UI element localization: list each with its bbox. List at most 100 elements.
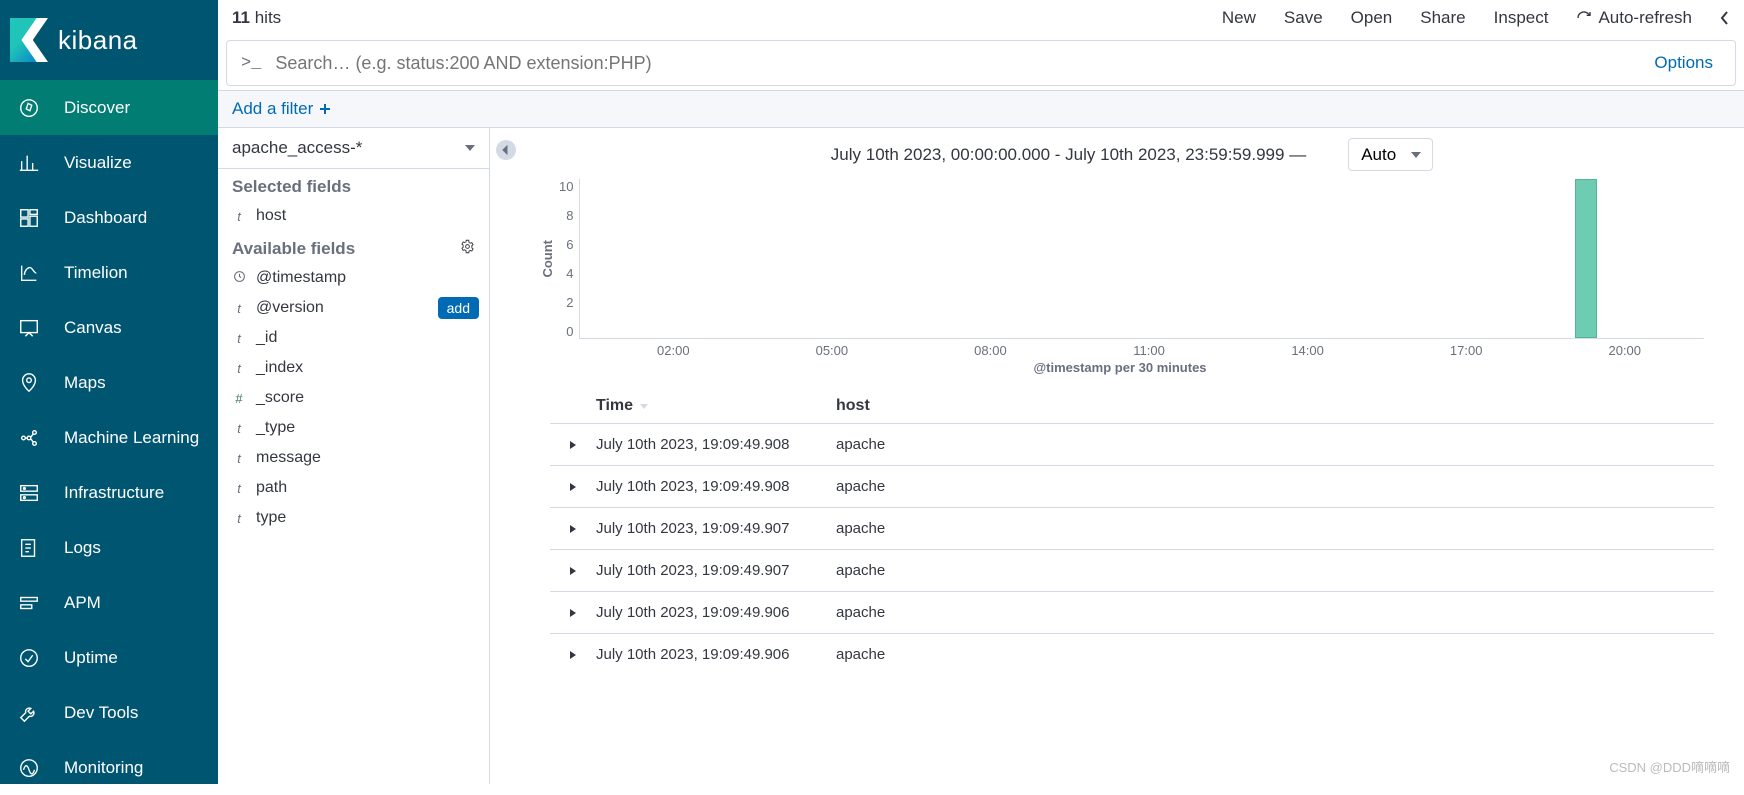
save-button[interactable]: Save <box>1284 8 1323 28</box>
infra-icon <box>18 482 40 504</box>
search-input[interactable] <box>275 53 1632 74</box>
sidebar-item-apm[interactable]: APM <box>0 575 218 630</box>
text-type-icon: t <box>232 331 246 346</box>
add-field-button[interactable]: add <box>438 297 479 319</box>
main: 11 hits New Save Open Share Inspect Auto… <box>218 0 1744 784</box>
add-filter-button[interactable]: Add a filter <box>232 99 1730 119</box>
time-cell: July 10th 2023, 19:09:49.907 <box>596 562 836 579</box>
results-panel: July 10th 2023, 00:00:00.000 - July 10th… <box>516 128 1744 784</box>
host-cell: apache <box>836 646 1714 663</box>
searchbar[interactable]: >_ Options <box>226 40 1736 86</box>
expand-row-button[interactable] <box>550 650 596 660</box>
sidebar-item-maps[interactable]: Maps <box>0 355 218 410</box>
host-cell: apache <box>836 436 1714 453</box>
histogram-bar[interactable] <box>1575 179 1597 338</box>
hits-count: 11 hits <box>232 8 281 28</box>
field-_score[interactable]: #_score <box>218 383 489 413</box>
host-cell: apache <box>836 520 1714 537</box>
chevron-left-icon[interactable] <box>1720 10 1730 26</box>
ml-icon <box>18 427 40 449</box>
uptime-icon <box>18 647 40 669</box>
time-cell: July 10th 2023, 19:09:49.908 <box>596 436 836 453</box>
sidebar-item-dashboard[interactable]: Dashboard <box>0 190 218 245</box>
text-type-icon: t <box>232 421 246 436</box>
search-options-link[interactable]: Options <box>1646 53 1721 73</box>
table-row[interactable]: July 10th 2023, 19:09:49.907apache <box>550 549 1714 591</box>
expand-row-button[interactable] <box>550 608 596 618</box>
kibana-logo-icon <box>10 18 48 62</box>
table-row[interactable]: July 10th 2023, 19:09:49.907apache <box>550 507 1714 549</box>
expand-row-button[interactable] <box>550 524 596 534</box>
filter-bar: Add a filter <box>218 90 1744 128</box>
sidebar-item-logs[interactable]: Logs <box>0 520 218 575</box>
open-button[interactable]: Open <box>1351 8 1393 28</box>
clock-icon <box>232 270 246 286</box>
sidebar-item-uptime[interactable]: Uptime <box>0 630 218 685</box>
share-button[interactable]: Share <box>1420 8 1465 28</box>
y-axis: 1086420 <box>559 179 579 339</box>
search-prompt-icon: >_ <box>241 54 261 73</box>
gear-icon[interactable] <box>460 239 475 259</box>
column-time[interactable]: Time <box>596 397 836 415</box>
collapse-fields-button[interactable] <box>496 140 516 160</box>
y-axis-label: Count <box>536 240 559 278</box>
sidebar-item-discover[interactable]: Discover <box>0 80 218 135</box>
documents-table: Time host July 10th 2023, 19:09:49.908ap… <box>550 389 1714 675</box>
plus-icon <box>319 103 331 115</box>
interval-select[interactable]: Auto <box>1332 138 1433 171</box>
time-cell: July 10th 2023, 19:09:49.906 <box>596 646 836 663</box>
field-_index[interactable]: t_index <box>218 353 489 383</box>
refresh-icon <box>1576 10 1592 26</box>
field-_id[interactable]: t_id <box>218 323 489 353</box>
map-pin-icon <box>18 372 40 394</box>
time-cell: July 10th 2023, 19:09:49.906 <box>596 604 836 621</box>
sidebar-item-timelion[interactable]: Timelion <box>0 245 218 300</box>
expand-row-button[interactable] <box>550 482 596 492</box>
x-axis: 02:0005:0008:0011:0014:0017:0020:00 <box>536 343 1704 358</box>
timelion-icon <box>18 262 40 284</box>
auto-refresh-button[interactable]: Auto-refresh <box>1576 8 1692 28</box>
field-host[interactable]: thost <box>218 201 489 231</box>
topbar: 11 hits New Save Open Share Inspect Auto… <box>218 0 1744 36</box>
sidebar-item-infrastructure[interactable]: Infrastructure <box>0 465 218 520</box>
field-message[interactable]: tmessage <box>218 443 489 473</box>
chart-plot[interactable] <box>579 179 1704 339</box>
number-type-icon: # <box>232 391 246 406</box>
new-button[interactable]: New <box>1222 8 1256 28</box>
table-row[interactable]: July 10th 2023, 19:09:49.908apache <box>550 423 1714 465</box>
expand-row-button[interactable] <box>550 566 596 576</box>
time-cell: July 10th 2023, 19:09:49.908 <box>596 478 836 495</box>
host-cell: apache <box>836 562 1714 579</box>
table-row[interactable]: July 10th 2023, 19:09:49.908apache <box>550 465 1714 507</box>
table-header: Time host <box>550 389 1714 423</box>
chevron-down-icon <box>465 145 475 151</box>
expand-row-button[interactable] <box>550 440 596 450</box>
table-row[interactable]: July 10th 2023, 19:09:49.906apache <box>550 633 1714 675</box>
text-type-icon: t <box>232 481 246 496</box>
histogram-chart[interactable]: Count 1086420 02:0005:0008:0011:0014:001… <box>520 175 1744 379</box>
text-type-icon: t <box>232 451 246 466</box>
logo[interactable]: kibana <box>0 0 218 80</box>
sidebar-item-monitoring[interactable]: Monitoring <box>0 740 218 795</box>
time-range-text: July 10th 2023, 00:00:00.000 - July 10th… <box>831 145 1306 165</box>
text-type-icon: t <box>232 361 246 376</box>
index-pattern-select[interactable]: apache_access-* <box>218 128 489 169</box>
brand-name: kibana <box>58 25 138 56</box>
time-range-header: July 10th 2023, 00:00:00.000 - July 10th… <box>520 128 1744 175</box>
field-@version[interactable]: t@versionadd <box>218 293 489 323</box>
field-path[interactable]: tpath <box>218 473 489 503</box>
field-type[interactable]: ttype <box>218 503 489 533</box>
sidebar-item-visualize[interactable]: Visualize <box>0 135 218 190</box>
field-_type[interactable]: t_type <box>218 413 489 443</box>
sidebar-item-canvas[interactable]: Canvas <box>0 300 218 355</box>
column-host[interactable]: host <box>836 397 870 415</box>
watermark: CSDN @DDD嘀嘀嘀 <box>1609 757 1730 776</box>
selected-fields-header: Selected fields <box>218 169 489 201</box>
table-row[interactable]: July 10th 2023, 19:09:49.906apache <box>550 591 1714 633</box>
sidebar-item-machine-learning[interactable]: Machine Learning <box>0 410 218 465</box>
bar-chart-icon <box>18 152 40 174</box>
field-@timestamp[interactable]: @timestamp <box>218 263 489 293</box>
inspect-button[interactable]: Inspect <box>1494 8 1549 28</box>
sidebar-item-dev-tools[interactable]: Dev Tools <box>0 685 218 740</box>
host-cell: apache <box>836 604 1714 621</box>
